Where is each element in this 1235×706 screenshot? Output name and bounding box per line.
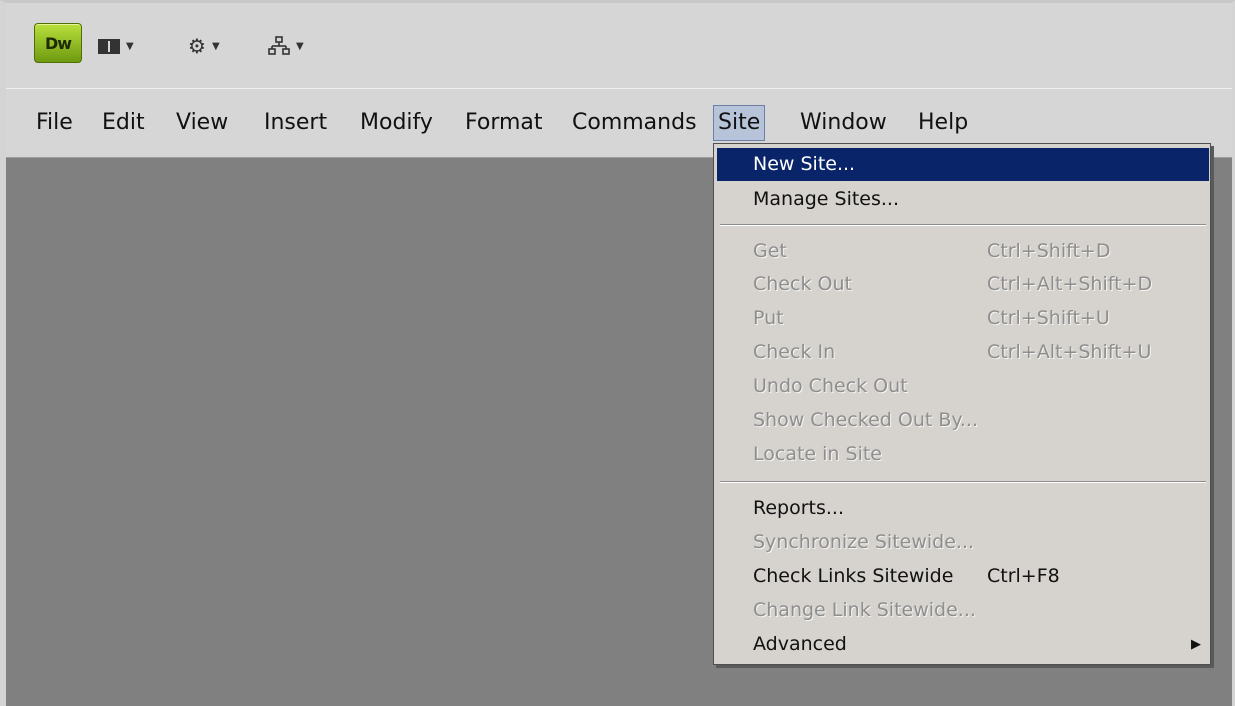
menu-separator <box>720 224 1206 226</box>
site-dropdown-menu: New Site... Manage Sites... Get Ctrl+Shi… <box>713 143 1211 665</box>
menu-item-check-in[interactable]: Check In Ctrl+Alt+Shift+U <box>717 336 1209 369</box>
menu-item-reports[interactable]: Reports... <box>717 492 1209 525</box>
chevron-down-icon: ▼ <box>296 40 304 52</box>
menu-item-label: Check Out <box>753 273 852 295</box>
layout-icon <box>98 38 120 54</box>
menu-item-label: Show Checked Out By... <box>753 409 979 431</box>
layout-menu-button[interactable]: ▼ <box>98 36 134 56</box>
menu-item-label: Locate in Site <box>753 443 882 465</box>
menu-item-label: Change Link Sitewide... <box>753 599 976 621</box>
menu-item-shortcut: Ctrl+Shift+U <box>987 307 1110 329</box>
menu-item-label: New Site... <box>753 153 856 175</box>
menu-window[interactable]: Window <box>796 105 891 141</box>
menu-item-synchronize-sitewide[interactable]: Synchronize Sitewide... <box>717 526 1209 559</box>
menu-item-label: Check In <box>753 341 836 363</box>
menu-item-undo-check-out[interactable]: Undo Check Out <box>717 370 1209 403</box>
menu-item-get[interactable]: Get Ctrl+Shift+D <box>717 235 1209 268</box>
menu-item-advanced[interactable]: Advanced ▶ <box>717 628 1209 661</box>
extend-menu-button[interactable]: ⚙ ▼ <box>188 36 220 56</box>
gear-icon: ⚙ <box>188 34 206 58</box>
application-bar: Dw ▼ ⚙ ▼ ▼ <box>6 3 1232 89</box>
menu-modify[interactable]: Modify <box>356 105 437 141</box>
site-map-icon <box>268 36 290 55</box>
menu-item-locate-in-site[interactable]: Locate in Site <box>717 438 1209 471</box>
menu-item-label: Synchronize Sitewide... <box>753 531 975 553</box>
menu-item-label: Manage Sites... <box>753 188 900 210</box>
menu-format[interactable]: Format <box>461 105 547 141</box>
menu-item-put[interactable]: Put Ctrl+Shift+U <box>717 302 1209 335</box>
menu-item-shortcut: Ctrl+Alt+Shift+D <box>987 273 1153 295</box>
menu-help[interactable]: Help <box>914 105 972 141</box>
menu-separator <box>720 481 1206 483</box>
menu-commands[interactable]: Commands <box>568 105 701 141</box>
menu-item-change-link-sitewide[interactable]: Change Link Sitewide... <box>717 594 1209 627</box>
menu-item-label: Get <box>753 240 787 262</box>
menu-site[interactable]: Site <box>713 105 766 141</box>
submenu-arrow-icon: ▶ <box>1191 637 1201 652</box>
chevron-down-icon: ▼ <box>211 40 220 52</box>
chevron-down-icon: ▼ <box>126 40 134 52</box>
menu-item-label: Undo Check Out <box>753 375 908 397</box>
menu-view[interactable]: View <box>172 105 232 141</box>
menu-insert[interactable]: Insert <box>260 105 331 141</box>
site-menu-button[interactable]: ▼ <box>268 36 304 56</box>
menu-item-manage-sites[interactable]: Manage Sites... <box>717 183 1209 216</box>
menu-item-label: Check Links Sitewide <box>753 565 954 587</box>
menu-item-label: Reports... <box>753 497 845 519</box>
menu-item-label: Advanced <box>753 633 847 655</box>
menu-item-label: Put <box>753 307 784 329</box>
menu-item-check-out[interactable]: Check Out Ctrl+Alt+Shift+D <box>717 268 1209 301</box>
menu-item-new-site[interactable]: New Site... <box>717 148 1209 181</box>
menu-item-check-links-sitewide[interactable]: Check Links Sitewide Ctrl+F8 <box>717 560 1209 593</box>
menu-edit[interactable]: Edit <box>98 105 149 141</box>
menu-file[interactable]: File <box>32 105 77 141</box>
dreamweaver-logo: Dw <box>34 23 82 63</box>
menu-item-shortcut: Ctrl+F8 <box>987 565 1060 587</box>
menu-item-show-checked-out-by[interactable]: Show Checked Out By... <box>717 404 1209 437</box>
menu-item-shortcut: Ctrl+Alt+Shift+U <box>987 341 1152 363</box>
menu-item-shortcut: Ctrl+Shift+D <box>987 240 1111 262</box>
